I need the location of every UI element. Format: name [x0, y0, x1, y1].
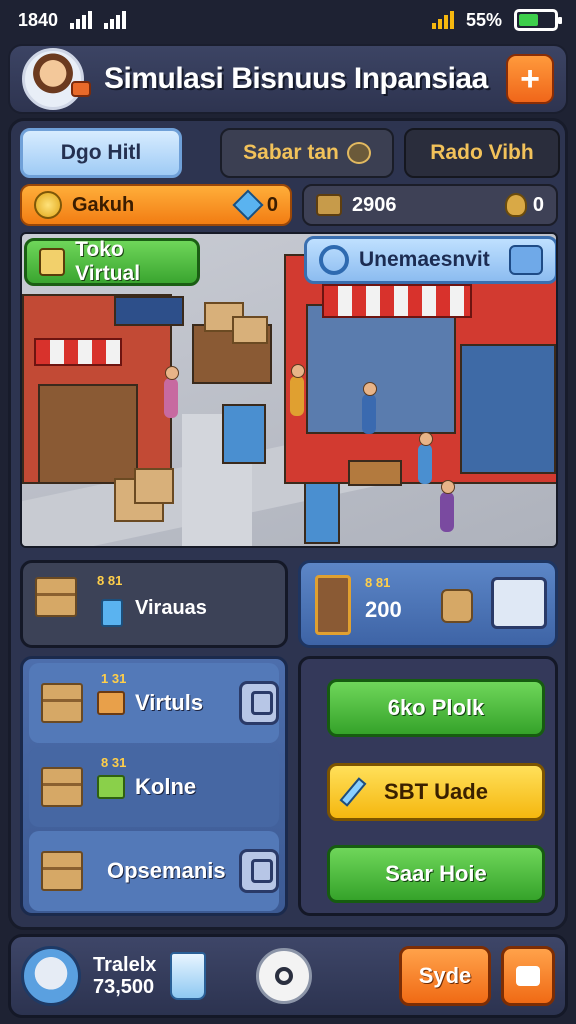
list-item[interactable]: Opsemanis: [29, 831, 279, 911]
list-item-small: 8 31: [101, 755, 127, 770]
tab-2[interactable]: Sabar tan: [220, 128, 394, 178]
virtual-store-label: Toko Virtual: [75, 238, 141, 285]
product-list: 1 31 Virtuls 8 31 Kolne Opsemanis: [20, 656, 288, 916]
home-button[interactable]: [256, 948, 313, 1004]
cup-icon[interactable]: [170, 952, 207, 1000]
gold-label: Gakuh: [72, 193, 135, 216]
crate-icon: [41, 683, 83, 723]
action-button-3[interactable]: Saar Hoie: [327, 845, 545, 903]
list-item[interactable]: 1 31 Virtuls: [29, 663, 279, 743]
parcel-icon: [441, 589, 473, 623]
money-resource-bar[interactable]: 2906 0: [302, 184, 558, 226]
list-item-label: Opsemanis: [107, 858, 226, 883]
magnifier-icon: [319, 245, 349, 275]
crate-group: [35, 577, 77, 617]
box-icon: [97, 775, 125, 799]
money-value: 2906: [352, 193, 397, 216]
signal-icon-2: [104, 11, 127, 29]
app-header: Simulasi Bisnuus Inpansiaa +: [8, 44, 568, 114]
stats-small: 8 81: [365, 575, 391, 590]
coin-icon: [34, 191, 62, 219]
target-icon: [275, 967, 294, 985]
door-icon: [315, 575, 351, 635]
moneybag-icon: [504, 193, 527, 217]
awning: [34, 338, 122, 366]
person: [418, 432, 433, 484]
person: [290, 364, 305, 416]
inventory-small: 8 81: [97, 573, 123, 588]
tab-3[interactable]: Rado Vibh: [404, 128, 560, 178]
message-icon: [516, 966, 540, 986]
music-icon: [509, 245, 543, 275]
message-button[interactable]: [501, 946, 555, 1006]
computer-desk: [460, 344, 556, 474]
tab-1[interactable]: Dgo Hitl: [20, 128, 182, 178]
search-button[interactable]: Unemaesnvit: [304, 236, 556, 284]
badge-icon: [71, 81, 91, 97]
cafe-table: [348, 460, 402, 486]
person: [164, 366, 179, 418]
actions-panel: 6ko Plolk SBT Uade Saar Hoie: [298, 656, 558, 916]
shop-sign: [114, 296, 184, 326]
stats-value: 200: [365, 597, 402, 622]
person: [362, 382, 377, 434]
inventory-card[interactable]: 8 81 Virauas: [20, 560, 288, 648]
user-info: Tralelx 73,500: [93, 954, 156, 998]
side-button[interactable]: Syde: [399, 946, 491, 1006]
crate-icon: [35, 577, 77, 617]
gold-resource-bar[interactable]: Gakuh 0: [20, 184, 292, 226]
screen-icon: [491, 577, 547, 629]
user-name: Tralelx: [93, 954, 157, 976]
signal-icon: [70, 11, 93, 29]
status-time: 1840: [18, 9, 59, 30]
box: [134, 468, 174, 504]
pencil-icon: [339, 777, 367, 807]
action-button-2-label: SBT Uade: [384, 779, 488, 804]
virtual-store-button[interactable]: Toko Virtual: [24, 238, 200, 286]
tab-2-label: Sabar tan: [243, 141, 339, 164]
stats-card[interactable]: 8 81 200: [298, 560, 558, 648]
add-button[interactable]: +: [506, 54, 554, 104]
user-value: 73,500: [93, 976, 155, 998]
robot-avatar-icon[interactable]: [21, 946, 81, 1006]
city-scene[interactable]: Toko Virtual Unemaesnvit: [20, 232, 558, 548]
list-item-label: Virtuls: [135, 690, 204, 715]
moneybag-value: 0: [532, 193, 544, 216]
store-icon: [39, 248, 66, 276]
jar-icon: [101, 599, 123, 627]
list-item-label: Kolne: [135, 774, 197, 799]
list-item[interactable]: 8 31 Kolne: [29, 747, 279, 827]
gem-value: 0: [266, 193, 278, 216]
inventory-label: Virauas: [135, 597, 207, 619]
kiosk: [304, 482, 340, 544]
battery-icon: [514, 9, 562, 31]
box-icon: [97, 691, 125, 715]
battery-percent: 55%: [465, 9, 502, 30]
shelf: [38, 384, 138, 484]
crate-icon: [41, 851, 83, 891]
bottom-bar: Tralelx 73,500 Syde: [8, 934, 568, 1018]
list-item-button[interactable]: [239, 849, 279, 893]
avatar[interactable]: [22, 48, 91, 110]
status-bar: 1840 55%: [0, 0, 576, 40]
page-title: Simulasi Bisnuus Inpansiaa: [104, 62, 488, 95]
chest-icon: [316, 194, 342, 216]
crate-icon: [41, 767, 83, 807]
list-item-small: 1 31: [101, 671, 127, 686]
vending-machine: [222, 404, 266, 464]
list-item-button[interactable]: [239, 681, 279, 725]
gem-icon: [232, 189, 264, 221]
shop-window: [306, 304, 456, 434]
box: [232, 316, 268, 344]
action-button-2[interactable]: SBT Uade: [327, 763, 545, 821]
action-button-1[interactable]: 6ko Plolk: [327, 679, 545, 737]
chat-icon: [346, 142, 371, 164]
wifi-signal-icon: [431, 11, 454, 29]
person: [440, 480, 455, 532]
awning-right: [322, 284, 472, 318]
search-label: Unemaesnvit: [359, 248, 490, 271]
